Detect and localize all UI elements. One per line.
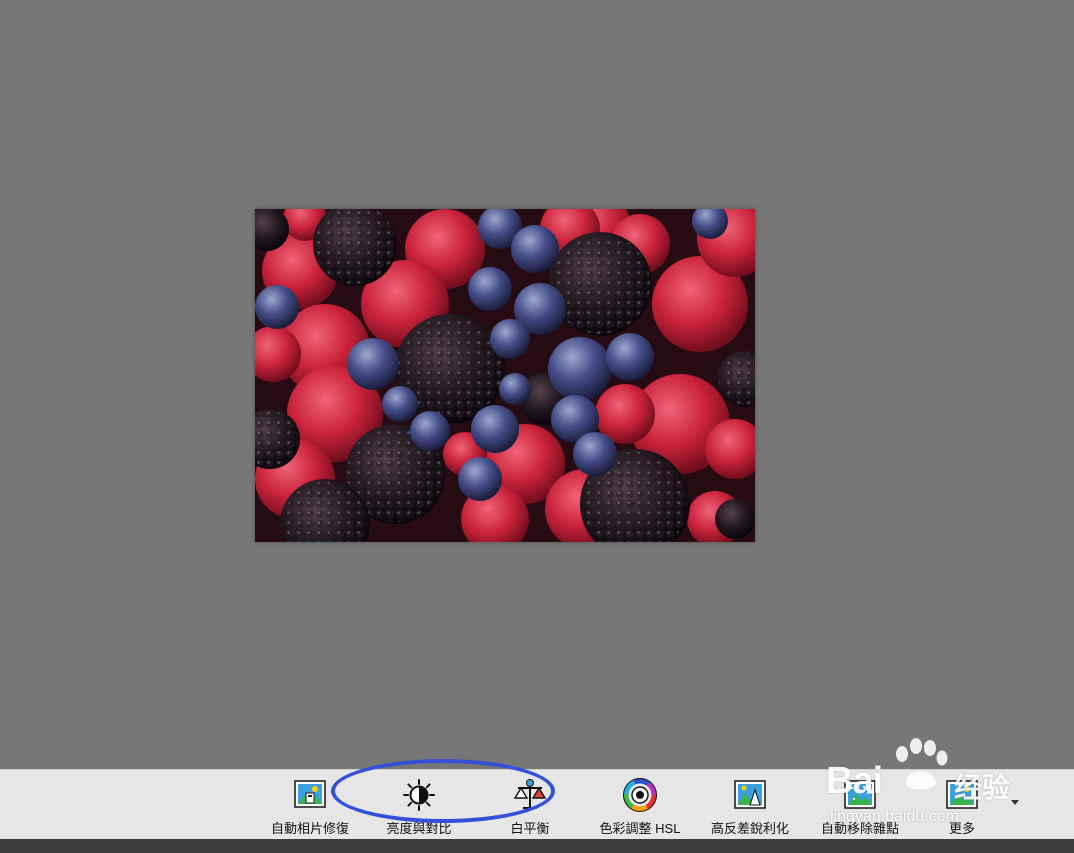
tool-more[interactable]: 更多 xyxy=(912,776,1012,836)
more-dropdown-caret[interactable] xyxy=(1011,800,1019,805)
tool-label: 自動相片修復 xyxy=(270,821,349,836)
tool-brightness-contrast[interactable]: 亮度與對比 xyxy=(371,776,467,836)
high-pass-sharpen-icon xyxy=(734,780,766,809)
tool-auto-denoise[interactable]: 自動移除雜點 xyxy=(812,776,908,836)
tool-label: 更多 xyxy=(948,821,975,836)
color-hsl-icon xyxy=(623,778,657,812)
tool-label: 高反差銳利化 xyxy=(710,821,789,836)
auto-photo-fix-icon xyxy=(294,780,326,808)
auto-denoise-icon xyxy=(844,780,876,809)
adjustment-toolbar: 自動相片修復 亮度與對比 白平衡 色彩調整 HSL 高反差銳利化 自動移除雜點 … xyxy=(0,769,1074,840)
brightness-contrast-icon xyxy=(403,779,435,811)
more-icon xyxy=(946,780,978,809)
tool-auto-photo-fix[interactable]: 自動相片修復 xyxy=(262,776,358,836)
berries-photo xyxy=(255,209,755,542)
tool-white-balance[interactable]: 白平衡 xyxy=(482,776,578,836)
tool-color-hsl[interactable]: 色彩調整 HSL xyxy=(592,776,688,836)
tool-label: 亮度與對比 xyxy=(386,821,452,836)
status-strip xyxy=(0,839,1074,853)
tool-label: 自動移除雜點 xyxy=(820,821,899,836)
white-balance-icon xyxy=(513,779,547,809)
tool-label: 白平衡 xyxy=(510,821,550,836)
photo-canvas[interactable] xyxy=(0,0,1074,769)
tool-label: 色彩調整 HSL xyxy=(599,821,681,836)
tool-high-pass-sharpen[interactable]: 高反差銳利化 xyxy=(702,776,798,836)
